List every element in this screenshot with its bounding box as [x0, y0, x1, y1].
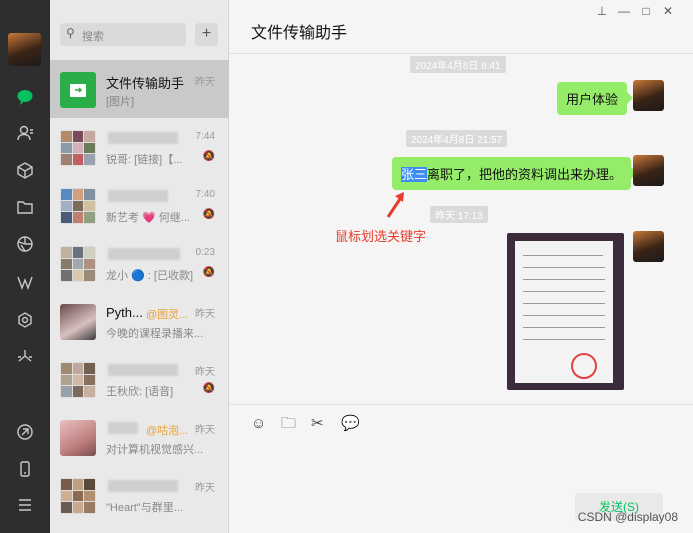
annotation-text: 鼠标划选关键字 [335, 229, 427, 244]
group-avatar [60, 188, 96, 224]
document-photo [515, 241, 613, 383]
chat-item[interactable]: 7:40 新艺考 💗 何继... 🔕 [50, 176, 229, 234]
mute-icon: 🔕 [202, 151, 215, 162]
chat-item[interactable]: 昨天 "Heart"与群里... [50, 466, 229, 524]
chat-item[interactable]: 昨天 王秋欣: [语音] 🔕 [50, 350, 229, 408]
chat-header: 文件传输助手 ⊥ — □ ✕ [229, 0, 693, 54]
my-avatar[interactable] [633, 80, 664, 111]
composer-toolbar: ☺ 🗀 ✂ 💬 [251, 413, 371, 438]
composer-divider [229, 404, 693, 405]
search-icon: ⚲ [66, 26, 75, 40]
chat-preview: "Heart"与群里... [106, 502, 183, 514]
menu-icon[interactable] [13, 496, 37, 520]
chat-time: 昨天 [195, 483, 215, 494]
message-bubble[interactable]: 张三离职了，把他的资料调出来办理。 [392, 157, 638, 190]
channels-icon[interactable] [13, 273, 37, 297]
chat-preview: 锐哥: [链接]【... [106, 154, 183, 166]
group-avatar [60, 304, 96, 340]
mute-icon: 🔕 [202, 209, 215, 220]
pin-button[interactable]: ⊥ [591, 4, 613, 18]
mention-tag: @图灵... [146, 309, 189, 321]
redacted-name [108, 190, 168, 202]
mention-tag: @咕泡... [146, 425, 189, 437]
mobile-icon[interactable] [13, 460, 37, 484]
search-placeholder: 搜索 [82, 31, 104, 43]
chat-preview: 对计算机视觉感兴... [106, 444, 204, 456]
close-button[interactable]: ✕ [657, 4, 679, 18]
chat-time: 0:23 [195, 247, 215, 258]
chat-preview: 龙小 🔵 : [已收款] [106, 270, 194, 282]
add-button[interactable]: + [195, 23, 218, 46]
my-avatar[interactable] [633, 155, 664, 186]
group-avatar [60, 246, 96, 282]
selected-text[interactable]: 张三 [401, 167, 428, 182]
group-avatar [60, 362, 96, 398]
message-text: 离职了，把他的资料调出来办理。 [427, 167, 623, 182]
nav-rail [0, 0, 50, 533]
chat-preview: [图片] [106, 96, 135, 108]
chat-title: 文件传输助手 [251, 25, 348, 42]
chat-history-icon[interactable]: 💬 [341, 414, 371, 432]
mute-icon: 🔕 [202, 383, 215, 394]
chat-item[interactable]: Pyth... @图灵... 昨天 今晚的课程录播来... [50, 292, 229, 350]
file-icon[interactable]: 🗀 [281, 413, 311, 438]
window-controls: ⊥ — □ ✕ [591, 4, 679, 18]
chat-preview: 新艺考 💗 何继... [106, 212, 190, 224]
contacts-icon[interactable] [13, 124, 37, 148]
group-avatar [60, 420, 96, 456]
redacted-name [108, 364, 178, 376]
group-avatar [60, 478, 96, 514]
chat-item[interactable]: 文件传输助手 昨天 [图片] [50, 60, 229, 118]
collections-icon[interactable] [13, 161, 37, 185]
image-message[interactable] [507, 233, 624, 390]
emoji-icon[interactable]: ☺ [251, 415, 281, 432]
chat-preview: 王秋欣: [语音] [106, 386, 174, 398]
annotation-arrow [386, 192, 404, 218]
phone-link-icon[interactable] [13, 423, 37, 447]
redacted-name [108, 248, 180, 260]
chat-item[interactable]: @咕泡... 昨天 对计算机视觉感兴... [50, 408, 229, 466]
chat-time: 昨天 [195, 425, 215, 436]
screenshot-icon[interactable]: ✂ [311, 414, 341, 432]
chat-icon[interactable] [13, 88, 37, 112]
moments-icon[interactable] [13, 235, 37, 259]
chat-time: 昨天 [195, 309, 215, 320]
chat-name: 文件传输助手 [106, 76, 185, 91]
timestamp: 昨天 17:13 [430, 206, 488, 223]
chat-time: 昨天 [195, 77, 215, 88]
redacted-name [108, 132, 178, 144]
chat-time: 昨天 [195, 367, 215, 378]
my-avatar[interactable] [633, 231, 664, 262]
message-bubble[interactable]: 用户体验 [557, 82, 634, 115]
mute-icon: 🔕 [202, 267, 215, 278]
watermark: CSDN @display08 [577, 510, 678, 524]
user-avatar[interactable] [8, 33, 41, 66]
timestamp: 2024年4月8日 8:41 [410, 56, 506, 73]
search-feature-icon[interactable] [13, 311, 37, 335]
folder-icon[interactable] [13, 198, 37, 222]
group-avatar [60, 130, 96, 166]
timestamp: 2024年4月8日 21:57 [406, 130, 508, 147]
maximize-button[interactable]: □ [635, 4, 657, 18]
chat-item[interactable]: 0:23 龙小 🔵 : [已收款] 🔕 [50, 234, 229, 292]
chat-item[interactable]: 7:44 锐哥: [链接]【... 🔕 [50, 118, 229, 176]
search-input[interactable]: ⚲ 搜索 [60, 23, 186, 46]
redacted-name [108, 480, 178, 492]
chat-time: 7:40 [195, 189, 215, 200]
minimize-button[interactable]: — [613, 4, 635, 18]
chat-preview: 今晚的课程录播来... [106, 328, 204, 340]
chat-list: ⚲ 搜索 + 文件传输助手 昨天 [图片] 7:44 锐哥: [链接]【... … [50, 0, 229, 533]
redacted-name [108, 422, 138, 434]
file-transfer-avatar [60, 72, 96, 108]
seal-stamp [571, 353, 597, 379]
chat-time: 7:44 [195, 131, 215, 142]
chat-panel: 文件传输助手 ⊥ — □ ✕ 2024年4月8日 8:41 用户体验 2024年4月8… [229, 0, 693, 533]
miniprogram-icon[interactable] [13, 348, 37, 372]
